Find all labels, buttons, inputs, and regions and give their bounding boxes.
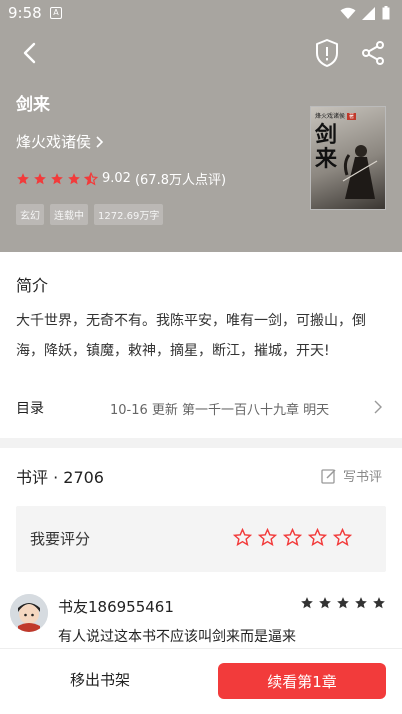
reviews-section: 书评 · 2706 写书评 我要评分 书友186955461 有人说过这本书不应… <box>0 448 402 654</box>
back-arrow-icon[interactable] <box>18 40 44 66</box>
star-outline-icon[interactable] <box>233 528 252 547</box>
bottom-action-bar: 移出书架 续看第1章 <box>0 648 402 714</box>
catalog-label: 目录 <box>16 401 44 417</box>
intro-section: 简介 大千世界，无奇不有。我陈平安，唯有一剑，可搬山，倒海，降妖，镇魔，敕神，摘… <box>0 252 402 438</box>
star-filled-icon <box>51 172 63 184</box>
star-outline-icon[interactable] <box>333 528 352 547</box>
star-filled-icon <box>373 597 385 609</box>
book-tags: 玄幻 连载中 1272.69万字 <box>16 204 164 225</box>
catalog-row[interactable]: 目录 10-16 更新 第一千一百八十九章 明天 <box>0 382 402 432</box>
book-cover[interactable]: 烽火戏诸侯 著 剑来 <box>310 106 386 210</box>
intro-text: 大千世界，无奇不有。我陈平安，唯有一剑，可搬山，倒海，降妖，镇魔，敕神，摘星，断… <box>16 313 366 359</box>
rate-stars <box>233 528 352 547</box>
user-avatar-icon <box>10 594 48 632</box>
remove-from-shelf-button[interactable]: 移出书架 <box>40 669 160 690</box>
chevron-right-icon <box>96 135 104 148</box>
star-outline-icon[interactable] <box>258 528 277 547</box>
wifi-icon <box>340 7 356 19</box>
rate-label: 我要评分 <box>30 530 91 548</box>
continue-reading-button[interactable]: 续看第1章 <box>218 663 386 699</box>
status-icons <box>340 6 390 20</box>
cover-author-line: 烽火戏诸侯 著 <box>315 113 356 120</box>
author-name: 烽火戏诸侯 <box>16 133 92 151</box>
author-link[interactable]: 烽火戏诸侯 <box>16 131 105 152</box>
tag-status: 连载中 <box>50 204 88 225</box>
edit-icon <box>321 468 336 484</box>
intro-heading: 简介 <box>16 276 49 295</box>
share-icon[interactable] <box>360 40 386 66</box>
rating-stars <box>16 171 98 186</box>
chevron-right-icon <box>374 400 382 414</box>
star-filled-icon <box>34 172 46 184</box>
star-filled-icon <box>355 597 367 609</box>
tag-wordcount: 1272.69万字 <box>94 204 164 225</box>
book-detail-page: 9:58 A 剑来 烽火戏诸侯 9.02 (67.8万人点评) 玄幻 连载中 1… <box>0 0 402 714</box>
star-filled-icon <box>319 597 331 609</box>
shield-alert-icon[interactable] <box>314 38 340 68</box>
rate-box: 我要评分 <box>16 506 386 572</box>
review-item[interactable]: 书友186955461 有人说过这本书不应该叫剑来而是逼来 <box>0 584 402 654</box>
notification-icon: A <box>50 7 62 19</box>
write-review-label: 写书评 <box>342 470 382 485</box>
battery-icon <box>382 6 390 20</box>
rating-score: 9.02 <box>102 171 131 186</box>
star-outline-icon[interactable] <box>283 528 302 547</box>
status-time: 9:58 <box>8 4 42 22</box>
book-rating: 9.02 (67.8万人点评) <box>16 169 226 188</box>
reviews-heading: 书评 · 2706 <box>16 468 104 487</box>
tag-genre: 玄幻 <box>16 204 44 225</box>
star-half-icon <box>84 171 98 185</box>
avatar[interactable] <box>10 594 48 632</box>
review-text: 有人说过这本书不应该叫剑来而是逼来 <box>58 629 296 645</box>
rating-count: (67.8万人点评) <box>134 173 227 188</box>
review-stars <box>300 596 386 610</box>
review-username[interactable]: 书友186955461 <box>58 596 174 617</box>
book-title: 剑来 <box>16 95 50 115</box>
cover-figure-illustration <box>342 145 378 199</box>
signal-icon <box>362 6 375 20</box>
book-header: 9:58 A 剑来 烽火戏诸侯 9.02 (67.8万人点评) 玄幻 连载中 1… <box>0 0 402 252</box>
status-bar: 9:58 A <box>0 0 402 28</box>
cover-title: 剑来 <box>315 122 338 172</box>
star-filled-icon <box>337 597 349 609</box>
star-filled-icon <box>17 172 29 184</box>
star-outline-icon[interactable] <box>308 528 327 547</box>
catalog-latest-chapter: 10-16 更新 第一千一百八十九章 明天 <box>110 403 330 418</box>
star-filled-icon <box>68 172 80 184</box>
write-review-button[interactable]: 写书评 <box>321 466 382 485</box>
star-filled-icon <box>301 597 313 609</box>
